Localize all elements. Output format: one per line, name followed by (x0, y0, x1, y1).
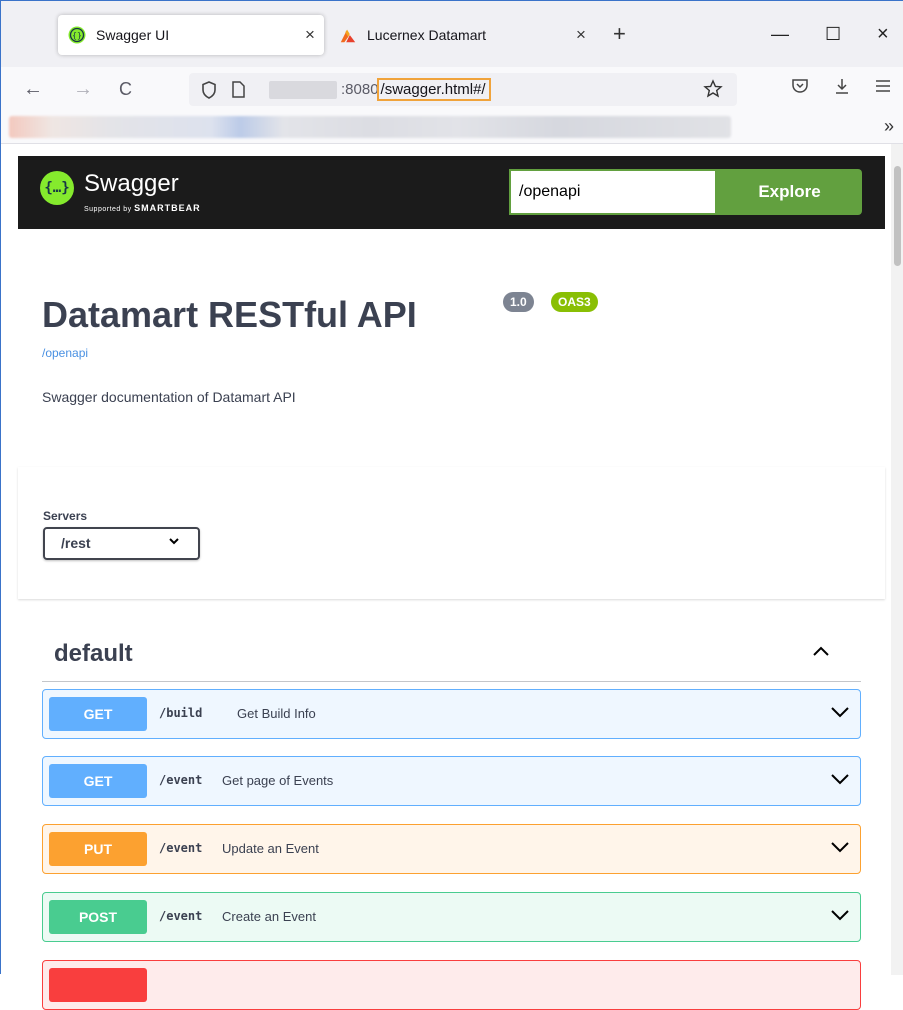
swagger-logo-icon[interactable]: {…} (40, 171, 74, 205)
url-host: :8080 (341, 81, 379, 98)
chevron-down-icon[interactable] (830, 769, 850, 794)
chevron-down-icon[interactable] (830, 702, 850, 727)
method-badge: GET (49, 697, 147, 731)
method-badge: POST (49, 900, 147, 934)
bookmarks-overflow-button[interactable]: » (884, 116, 894, 137)
operation-path: /event (159, 909, 203, 923)
operation-path: /event (159, 773, 203, 787)
minimize-button[interactable]: — (771, 23, 789, 45)
oas-badge: OAS3 (551, 292, 598, 312)
tab-strip: {} Swagger UI × Lucernex Datamart × + — … (1, 1, 903, 67)
tab-swagger-ui[interactable]: {} Swagger UI × (58, 15, 324, 55)
method-badge: GET (49, 764, 147, 798)
pocket-icon[interactable] (791, 77, 809, 102)
operation-path: /build (159, 706, 203, 720)
window-close-button[interactable]: × (877, 23, 889, 45)
lucernex-favicon-icon (339, 26, 357, 44)
brand-sub-name: SMARTBEAR (134, 203, 201, 213)
bookmarks-bar: » (1, 112, 903, 144)
new-tab-button[interactable]: + (613, 23, 626, 45)
swagger-brand-sub: Supported by SMARTBEAR (84, 203, 201, 213)
tab-label: Lucernex Datamart (367, 27, 487, 43)
chevron-down-icon (168, 535, 180, 549)
swagger-topbar: {…} Swagger Supported by SMARTBEAR /open… (18, 156, 885, 229)
operation-get-event[interactable]: GET /event Get page of Events (42, 756, 861, 806)
reload-button[interactable]: C (119, 77, 132, 101)
page-viewport: {…} Swagger Supported by SMARTBEAR /open… (1, 144, 903, 1010)
swagger-brand[interactable]: Swagger (84, 170, 179, 198)
scrollbar-thumb[interactable] (894, 166, 901, 266)
method-badge: PUT (49, 832, 147, 866)
operation-path: /event (159, 841, 203, 855)
tag-title: default (54, 640, 133, 667)
address-bar[interactable]: :8080/swagger.html#/ (189, 73, 737, 106)
operation-summary: Get Build Info (237, 706, 316, 721)
svg-text:{}: {} (72, 31, 82, 40)
explore-button[interactable]: Explore (717, 169, 862, 215)
operation-delete-partial[interactable] (42, 960, 861, 1010)
servers-selected-value: /rest (61, 535, 91, 551)
operation-summary: Get page of Events (222, 773, 334, 788)
servers-section: Servers /rest (18, 467, 885, 599)
maximize-button[interactable]: ☐ (825, 23, 841, 45)
navigation-bar: ← → C :8080/swagger.html#/ (1, 67, 903, 112)
menu-icon[interactable] (875, 77, 891, 101)
page-scrollbar[interactable] (891, 144, 903, 975)
bookmark-star-icon[interactable] (703, 79, 723, 105)
url-text[interactable]: :8080/swagger.html#/ (341, 78, 491, 101)
chevron-down-icon[interactable] (830, 837, 850, 862)
servers-select[interactable]: /rest (43, 527, 200, 560)
page-icon[interactable] (231, 81, 245, 103)
downloads-icon[interactable] (833, 77, 851, 102)
servers-label: Servers (43, 509, 88, 523)
brand-sub-prefix: Supported by (84, 206, 132, 213)
spec-link[interactable]: /openapi (42, 346, 88, 360)
operation-summary: Create an Event (222, 909, 316, 924)
browser-window: {} Swagger UI × Lucernex Datamart × + — … (0, 0, 903, 1010)
close-tab-icon[interactable]: × (567, 25, 595, 45)
redacted-host (269, 81, 337, 99)
swagger-favicon-icon: {} (68, 26, 86, 44)
close-tab-icon[interactable]: × (296, 25, 324, 45)
forward-button[interactable]: → (73, 77, 93, 101)
tab-lucernex-datamart[interactable]: Lucernex Datamart × (329, 15, 595, 55)
operation-post-event[interactable]: POST /event Create an Event (42, 892, 861, 942)
shield-icon[interactable] (201, 81, 217, 104)
chevron-down-icon[interactable] (830, 905, 850, 930)
method-badge (49, 968, 147, 1002)
operation-put-event[interactable]: PUT /event Update an Event (42, 824, 861, 874)
back-button[interactable]: ← (23, 77, 43, 101)
redacted-bookmarks (9, 116, 731, 138)
operation-get-build[interactable]: GET /build Get Build Info (42, 689, 861, 739)
operation-summary: Update an Event (222, 841, 319, 856)
tag-section-header[interactable]: default (42, 634, 861, 682)
tab-label: Swagger UI (96, 27, 170, 43)
chevron-up-icon[interactable] (811, 638, 831, 664)
api-description: Swagger documentation of Datamart API (42, 389, 296, 405)
api-title: Datamart RESTful API (42, 294, 417, 335)
spec-url-input[interactable]: /openapi (509, 169, 717, 215)
version-badge: 1.0 (503, 292, 534, 312)
url-path: /swagger.html#/ (376, 78, 491, 101)
